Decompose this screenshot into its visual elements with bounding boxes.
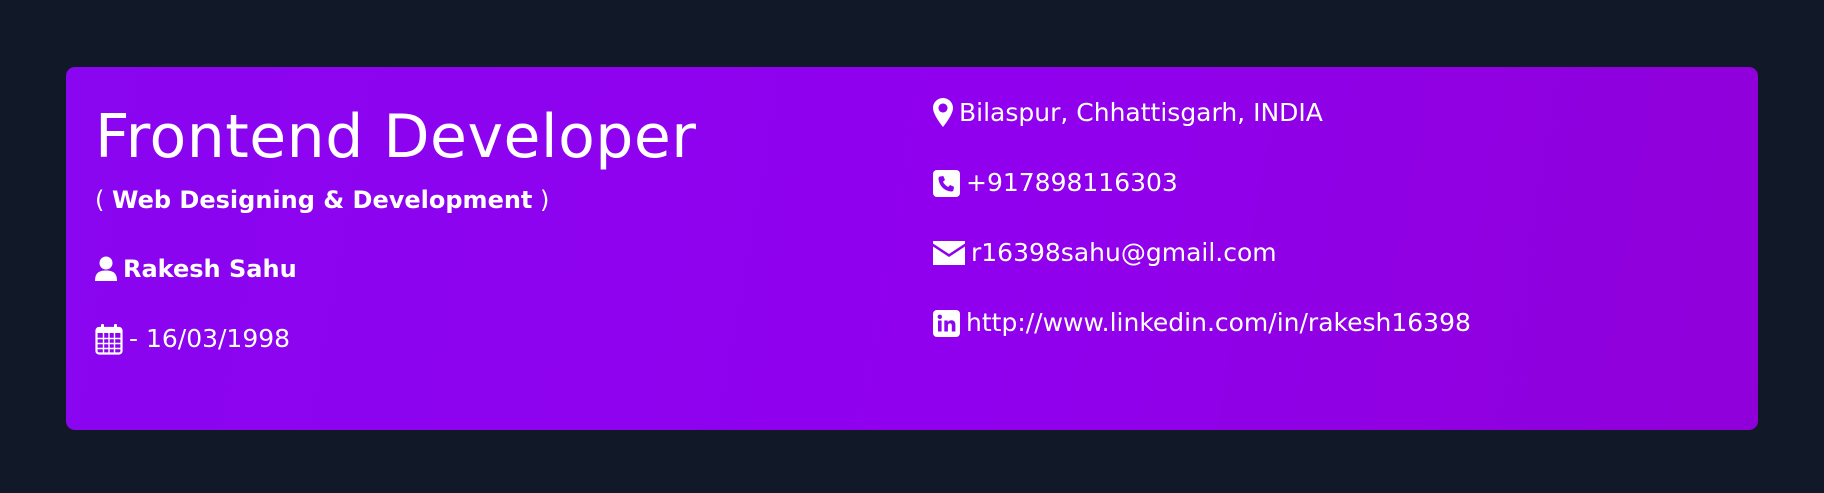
linkedin-row: http://www.linkedin.com/in/rakesh16398: [933, 307, 1471, 339]
map-marker-icon: [933, 98, 953, 128]
job-subtitle: ( Web Designing & Development ): [95, 185, 696, 215]
calendar-icon: [95, 323, 123, 355]
phone-square-icon: [933, 169, 960, 197]
date-of-birth: - 16/03/1998: [129, 324, 291, 353]
profile-info: Frontend Developer ( Web Designing & Dev…: [95, 101, 696, 355]
user-icon: [95, 256, 117, 282]
location-row: Bilaspur, Chhattisgarh, INDIA: [933, 97, 1471, 129]
location-text: Bilaspur, Chhattisgarh, INDIA: [959, 98, 1323, 127]
job-title: Frontend Developer: [95, 102, 697, 172]
phone-row: +917898116303: [933, 167, 1471, 199]
contact-info: Bilaspur, Chhattisgarh, INDIA +917898116…: [933, 97, 1471, 339]
name-row: Rakesh Sahu: [95, 254, 696, 284]
linkedin-icon: [933, 309, 960, 337]
person-name: Rakesh Sahu: [123, 255, 297, 283]
envelope-icon: [933, 241, 965, 265]
linkedin-url[interactable]: http://www.linkedin.com/in/rakesh16398: [966, 307, 1471, 339]
subtitle-specialization: Web Designing & Development: [112, 186, 533, 214]
profile-card: Frontend Developer ( Web Designing & Dev…: [66, 67, 1758, 430]
email-address[interactable]: r16398sahu@gmail.com: [971, 237, 1277, 269]
subtitle-open: (: [95, 186, 112, 214]
dob-row: - 16/03/1998: [95, 323, 696, 355]
phone-number[interactable]: +917898116303: [966, 167, 1178, 199]
email-row: r16398sahu@gmail.com: [933, 237, 1471, 269]
subtitle-close: ): [532, 186, 550, 214]
